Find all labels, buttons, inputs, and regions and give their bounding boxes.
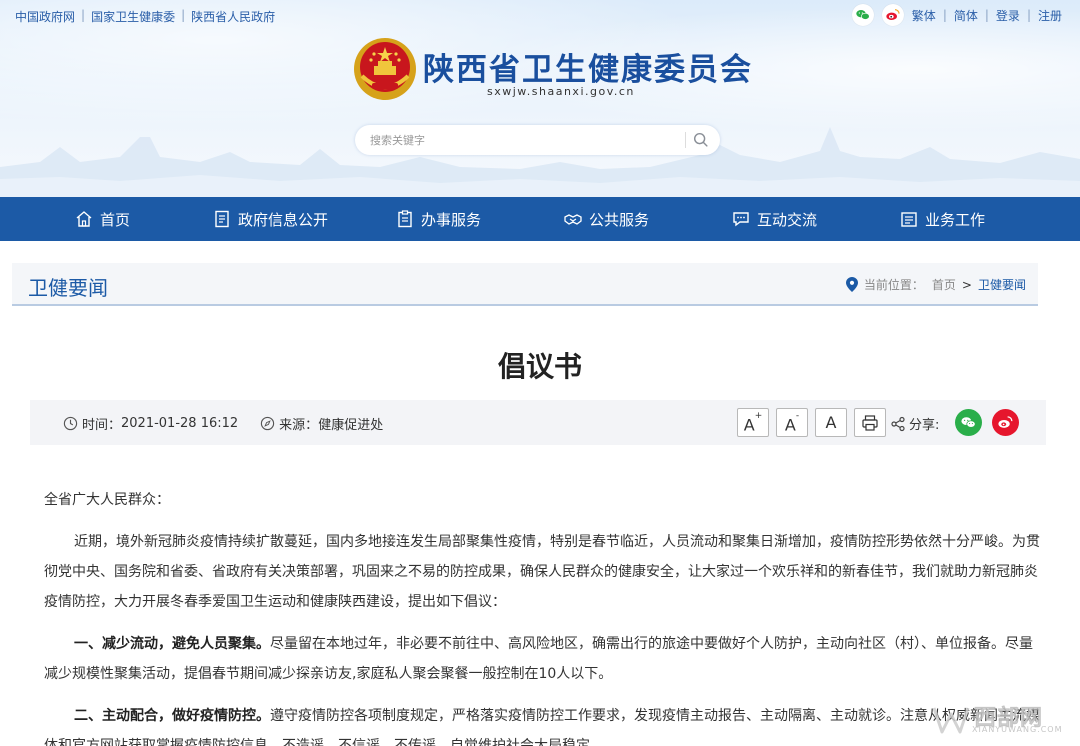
link-register[interactable]: 注册	[1038, 7, 1062, 24]
share-area: 分享:	[890, 414, 939, 433]
weibo-icon[interactable]	[881, 4, 904, 26]
top-links: 中国政府网 | 国家卫生健康委 | 陕西省人民政府	[15, 8, 276, 25]
link-traditional[interactable]: 繁体	[912, 7, 936, 24]
section-header: 卫健要闻 当前位置： 首页 > 卫健要闻	[12, 263, 1038, 306]
top-right-toolbar: 繁体 | 简体 | 登录 | 注册	[851, 4, 1062, 26]
nav-public-services[interactable]: 公共服务	[522, 197, 690, 241]
font-reset-button[interactable]: A	[815, 408, 847, 437]
header-banner: 中国政府网 | 国家卫生健康委 | 陕西省人民政府 繁体 | 简体 | 登录 |…	[0, 0, 1080, 197]
watermark-logo: 西部网 XIANYUWANG.COM	[932, 700, 1072, 738]
breadcrumb-current[interactable]: 卫健要闻	[978, 276, 1026, 293]
search-input[interactable]	[370, 132, 670, 148]
chat-icon	[733, 212, 749, 227]
nav-services[interactable]: 办事服务	[354, 197, 522, 241]
search-icon[interactable]	[692, 131, 710, 149]
share-wechat-button[interactable]	[955, 409, 982, 436]
link-simplified[interactable]: 简体	[954, 7, 978, 24]
greeting: 全省广大人民群众：	[44, 492, 170, 508]
location-pin-icon	[845, 277, 858, 292]
font-increase-button[interactable]: A+	[737, 408, 769, 437]
site-title: 陕西省卫生健康委员会	[423, 52, 753, 88]
weibo-icon	[998, 416, 1013, 428]
share-icon	[891, 416, 905, 431]
breadcrumb: 当前位置： 首页 > 卫健要闻	[845, 276, 1026, 293]
clock-icon	[63, 416, 78, 431]
article-meta-bar: 时间： 2021-01-28 16:12 来源： 健康促进处 A+ A- A 分…	[30, 400, 1046, 445]
briefcase-icon	[901, 212, 917, 227]
wechat-icon	[961, 417, 976, 428]
item-2-heading: 二、主动配合，做好疫情防控。	[74, 708, 270, 724]
link-gov-cn[interactable]: 中国政府网	[15, 8, 75, 25]
publish-time: 2021-01-28 16:12	[121, 416, 239, 431]
item-1-heading: 一、减少流动，避免人员聚集。	[74, 636, 270, 652]
nav-interaction[interactable]: 互动交流	[690, 197, 858, 241]
nav-public-services-label: 公共服务	[588, 210, 649, 229]
nav-interaction-label: 互动交流	[756, 210, 817, 229]
nav-business-label: 业务工作	[924, 210, 985, 229]
paragraph-item-1: 一、减少流动，避免人员聚集。尽量留在本地过年，非必要不前往中、高风险地区，确需出…	[44, 629, 1044, 689]
nav-home[interactable]: 首页	[18, 197, 186, 241]
nav-home-label: 首页	[99, 210, 130, 229]
time-label: 时间：	[82, 418, 122, 433]
search-box	[355, 125, 720, 155]
document-icon	[215, 210, 229, 228]
font-decrease-button[interactable]: A-	[776, 408, 808, 437]
article-body: 全省广大人民群众： 近期，境外新冠肺炎疫情持续扩散蔓延，国内多地接连发生局部聚集…	[44, 485, 1044, 746]
handshake-icon	[564, 214, 582, 225]
nav-gov-info-label: 政府信息公开	[237, 210, 328, 229]
breadcrumb-home[interactable]: 首页	[932, 276, 956, 293]
source-label: 来源：	[279, 418, 319, 433]
share-weibo-button[interactable]	[992, 409, 1019, 436]
share-label: 分享:	[909, 418, 940, 433]
home-icon	[76, 211, 92, 227]
article-source: 健康促进处	[318, 418, 384, 433]
nav-services-label: 办事服务	[420, 210, 481, 229]
compass-icon	[261, 416, 275, 431]
wechat-icon[interactable]	[851, 4, 874, 26]
printer-icon	[862, 415, 878, 431]
link-login[interactable]: 登录	[996, 7, 1020, 24]
site-domain: sxwjw.shaanxi.gov.cn	[487, 85, 635, 98]
article-title: 倡议书	[497, 350, 582, 383]
paragraph-intro: 近期，境外新冠肺炎疫情持续扩散蔓延，国内多地接连发生局部聚集性疫情，特别是春节临…	[44, 534, 1040, 610]
breadcrumb-separator: >	[961, 277, 972, 292]
nav-gov-info[interactable]: 政府信息公开	[186, 197, 354, 241]
link-shaanxi-gov[interactable]: 陕西省人民政府	[191, 8, 275, 25]
main-nav: 首页 政府信息公开 办事服务 公共服务 互动交流 业务工作	[0, 197, 1080, 241]
breadcrumb-label: 当前位置：	[863, 278, 924, 292]
link-nhc[interactable]: 国家卫生健康委	[91, 8, 175, 25]
clipboard-icon	[398, 210, 412, 228]
section-title: 卫健要闻	[28, 276, 108, 300]
paragraph-item-2: 二、主动配合，做好疫情防控。遵守疫情防控各项制度规定，严格落实疫情防控工作要求，…	[44, 701, 1044, 746]
nav-business[interactable]: 业务工作	[858, 197, 1026, 241]
national-emblem-logo[interactable]	[352, 36, 418, 102]
print-button[interactable]	[854, 408, 886, 437]
